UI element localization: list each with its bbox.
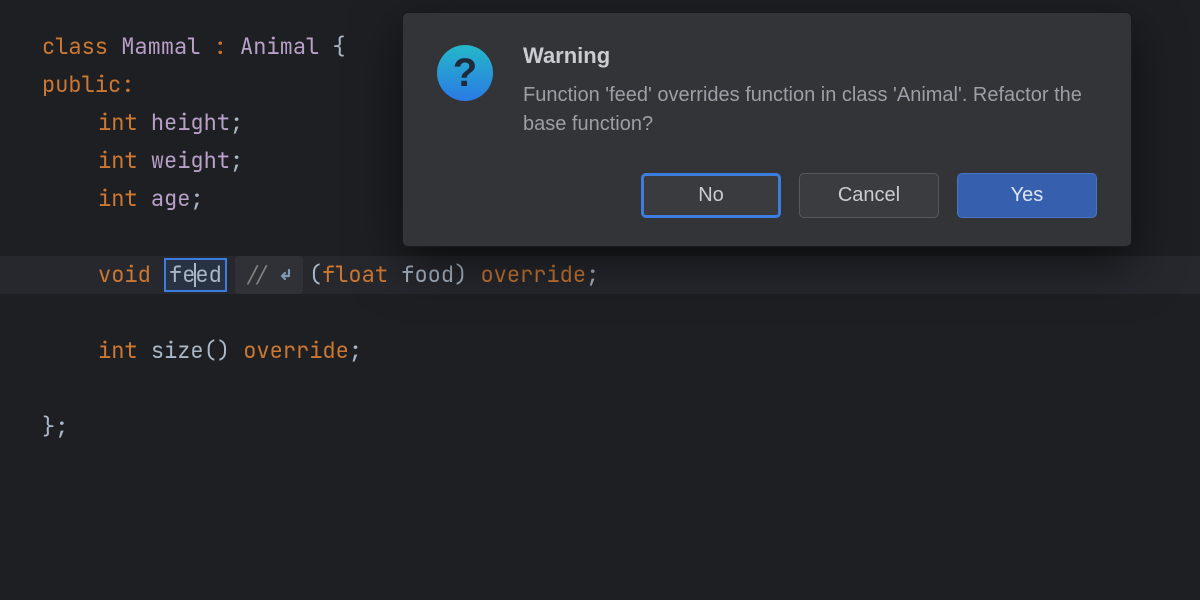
semicolon: ; xyxy=(349,332,362,370)
dialog-message: Function 'feed' overrides function in cl… xyxy=(523,81,1097,139)
member-age: age xyxy=(151,180,191,218)
semicolon: ; xyxy=(230,104,243,142)
member-weight: weight xyxy=(151,142,230,180)
keyword-class: class xyxy=(42,28,108,66)
dialog-button-row: No Cancel Yes xyxy=(437,173,1097,218)
semicolon: ; xyxy=(230,142,243,180)
member-height: height xyxy=(151,104,230,142)
type-int: int xyxy=(98,142,138,180)
colon: : xyxy=(121,66,134,104)
keyword-override: override xyxy=(467,256,586,294)
lparen: ( xyxy=(309,256,322,294)
keyword-public: public xyxy=(42,66,121,104)
param-food: food xyxy=(388,256,454,294)
type-int: int xyxy=(98,332,138,370)
dialog-title: Warning xyxy=(523,43,1097,69)
base-class: Animal xyxy=(240,28,319,66)
empty-parens: () xyxy=(204,332,230,370)
question-icon: ? xyxy=(437,45,493,101)
semicolon: ; xyxy=(586,256,599,294)
function-name-size: size xyxy=(151,332,204,370)
no-button[interactable]: No xyxy=(641,173,781,218)
colon: : xyxy=(200,28,240,66)
semicolon: ; xyxy=(190,180,203,218)
code-line-empty xyxy=(42,370,1200,408)
cancel-button[interactable]: Cancel xyxy=(799,173,939,218)
rename-selection[interactable]: feed xyxy=(164,258,227,292)
code-line-highlighted: void feed // (float food) override; xyxy=(0,256,1200,294)
type-float: float xyxy=(322,256,388,294)
code-line: int size() override; xyxy=(42,332,1200,370)
type-int: int xyxy=(98,180,138,218)
keyword-override: override xyxy=(230,332,349,370)
text-caret xyxy=(194,263,196,287)
type-int: int xyxy=(98,104,138,142)
keyword-void: void xyxy=(98,256,151,294)
hint-comment-slash: // xyxy=(245,258,269,292)
yes-button[interactable]: Yes xyxy=(957,173,1097,218)
code-line: }; xyxy=(42,408,1200,446)
brace-close: }; xyxy=(42,408,68,446)
rename-hint-badge: // xyxy=(235,256,303,294)
code-line-empty xyxy=(42,294,1200,332)
enter-icon xyxy=(277,267,293,283)
class-name: Mammal xyxy=(121,28,200,66)
warning-dialog: ? Warning Function 'feed' overrides func… xyxy=(402,12,1132,247)
brace-open: { xyxy=(319,28,345,66)
rparen: ) xyxy=(454,256,467,294)
